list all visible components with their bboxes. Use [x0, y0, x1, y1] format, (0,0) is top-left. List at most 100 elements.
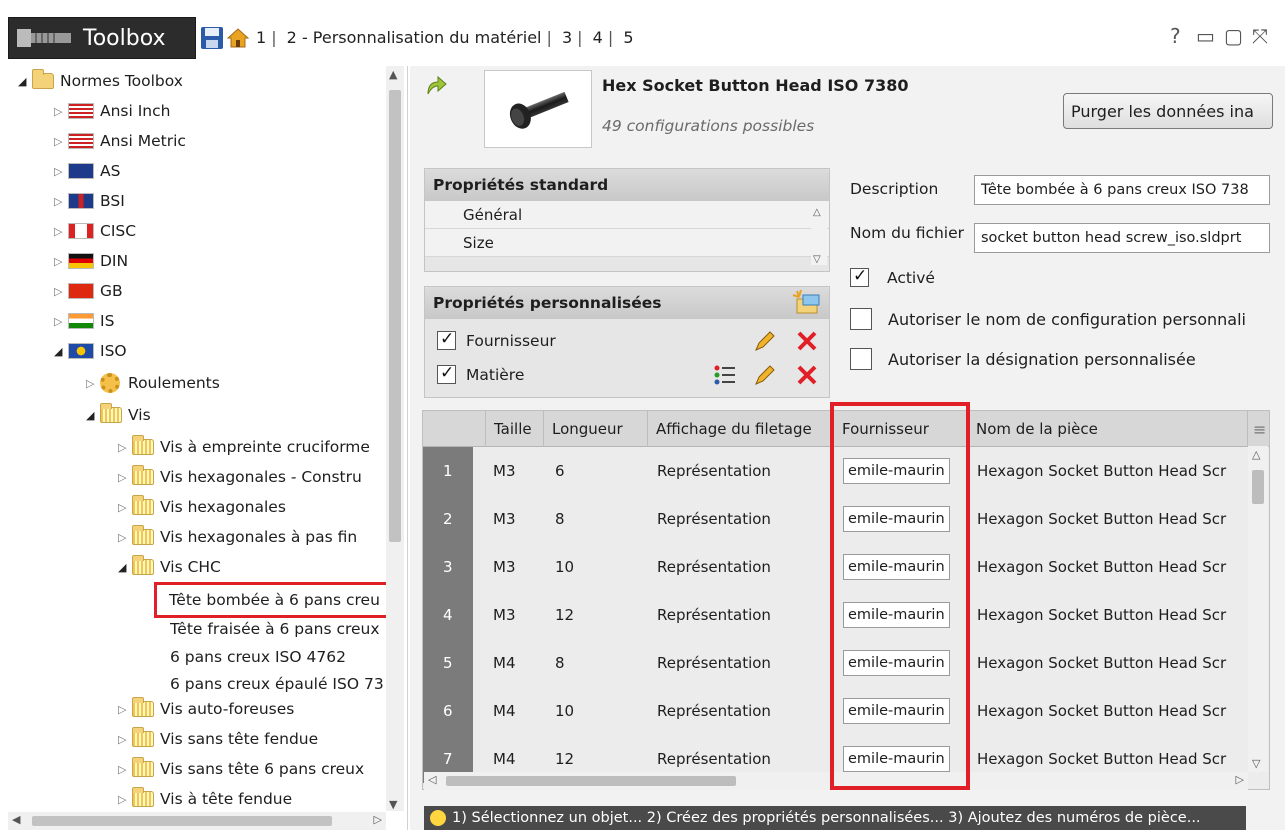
collapse-arrow-icon[interactable]: ▷: [54, 105, 68, 118]
collapse-arrow-icon[interactable]: ▷: [118, 441, 132, 454]
custom-prop-row-fournisseur[interactable]: Fournisseur: [437, 329, 556, 350]
step-4-link[interactable]: 4: [589, 28, 607, 47]
close-icon[interactable]: ⤧: [1252, 24, 1268, 48]
scroll-up-icon[interactable]: △: [813, 207, 821, 218]
scroll-down-icon[interactable]: ▽: [813, 254, 821, 265]
scroll-up-icon[interactable]: △: [1252, 448, 1260, 461]
edit-pencil-icon[interactable]: [753, 329, 777, 353]
tree-item-ansi-metric[interactable]: ▷ Ansi Metric: [54, 126, 186, 156]
list-values-icon[interactable]: [713, 363, 737, 387]
tree-item-sans-tete-6-pans[interactable]: ▷ Vis sans tête 6 pans creux: [118, 754, 364, 784]
scroll-up-icon[interactable]: ▲: [389, 68, 397, 81]
tree-item-bsi[interactable]: ▷ BSI: [54, 186, 125, 216]
tree-item-cisc[interactable]: ▷ CISC: [54, 216, 136, 246]
step-2-link[interactable]: 2 - Personnalisation du matériel: [283, 28, 546, 47]
tree-item-tete-fendue[interactable]: ▷ Vis à tête fendue: [118, 784, 292, 814]
scroll-right-icon[interactable]: ▷: [374, 813, 382, 826]
active-option[interactable]: Activé: [850, 266, 935, 287]
collapse-arrow-icon[interactable]: ▷: [118, 763, 132, 776]
tree-item-iso-4762[interactable]: 6 pans creux ISO 4762: [170, 642, 346, 672]
save-icon[interactable]: [200, 26, 224, 50]
up-arrow-icon[interactable]: [424, 72, 450, 98]
add-property-icon[interactable]: [791, 289, 821, 317]
collapse-arrow-icon[interactable]: ▷: [118, 501, 132, 514]
scrollbar-thumb[interactable]: [389, 90, 401, 542]
column-header-nom-piece[interactable]: Nom de la pièce: [967, 411, 1247, 447]
collapse-arrow-icon[interactable]: ▷: [118, 471, 132, 484]
collapse-arrow-icon[interactable]: ▷: [54, 165, 68, 178]
step-5-link[interactable]: 5: [619, 28, 637, 47]
column-header-longueur[interactable]: Longueur: [543, 411, 647, 447]
collapse-arrow-icon[interactable]: ▷: [54, 255, 68, 268]
scrollbar-thumb[interactable]: [32, 816, 332, 826]
column-header-affichage[interactable]: Affichage du filetage: [647, 411, 833, 447]
home-icon[interactable]: [226, 26, 250, 50]
scroll-right-icon[interactable]: ▷: [1236, 773, 1244, 786]
collapse-arrow-icon[interactable]: ▷: [54, 285, 68, 298]
restore-icon[interactable]: ▢: [1224, 24, 1243, 48]
tree-item-tete-bombee-selected[interactable]: Tête bombée à 6 pans creu: [154, 582, 392, 618]
column-chooser-icon[interactable]: ≡: [1247, 411, 1269, 447]
tree-item-vis-hex[interactable]: ▷ Vis hexagonales: [118, 492, 286, 522]
tree-item-is[interactable]: ▷ IS: [54, 306, 114, 336]
collapse-arrow-icon[interactable]: ▷: [86, 377, 100, 390]
collapse-arrow-icon[interactable]: ▷: [54, 135, 68, 148]
scroll-left-icon[interactable]: ◀: [12, 813, 20, 826]
list-item-size[interactable]: Size: [425, 229, 829, 257]
tree-item-gb[interactable]: ▷ GB: [54, 276, 123, 306]
tree-item-root[interactable]: ◢ Normes Toolbox: [18, 66, 183, 96]
tree-item-vis-empreinte[interactable]: ▷ Vis à empreinte cruciforme: [118, 432, 370, 462]
standard-props-scrollbar[interactable]: △ ▽: [811, 207, 827, 265]
tree-item-tete-fraisee[interactable]: Tête fraisée à 6 pans creux: [170, 614, 380, 644]
scroll-left-icon[interactable]: ◁: [428, 773, 436, 786]
tree-item-vis-hex-fin[interactable]: ▷ Vis hexagonales à pas fin: [118, 522, 357, 552]
collapse-arrow-icon[interactable]: ▷: [118, 733, 132, 746]
tree-item-roulements[interactable]: ▷ Roulements: [86, 368, 220, 398]
collapse-arrow-icon[interactable]: ▷: [54, 225, 68, 238]
expand-arrow-icon[interactable]: ◢: [18, 75, 32, 88]
collapse-arrow-icon[interactable]: ▷: [54, 195, 68, 208]
custom-prop-row-matiere[interactable]: Matière: [437, 363, 524, 384]
expand-arrow-icon[interactable]: ◢: [54, 345, 68, 358]
step-1-link[interactable]: 1: [252, 28, 270, 47]
scrollbar-thumb[interactable]: [1252, 470, 1264, 504]
collapse-arrow-icon[interactable]: ▷: [118, 531, 132, 544]
tree-horizontal-scrollbar[interactable]: ◀ ▷: [8, 812, 386, 830]
tree-item-vis-chc[interactable]: ◢ Vis CHC: [118, 552, 221, 582]
list-item-general[interactable]: Général: [425, 201, 829, 229]
filename-field[interactable]: socket button head screw_iso.sldprt: [974, 223, 1270, 253]
tree-item-auto-foreuses[interactable]: ▷ Vis auto-foreuses: [118, 694, 294, 724]
column-header-taille[interactable]: Taille: [485, 411, 543, 447]
allow-config-name-option[interactable]: Autoriser le nom de configuration person…: [850, 308, 1246, 330]
help-icon[interactable]: ?: [1170, 24, 1181, 48]
tree-item-as[interactable]: ▷ AS: [54, 156, 120, 186]
collapse-arrow-icon[interactable]: ▷: [118, 703, 132, 716]
table-vertical-scrollbar[interactable]: △ ▽: [1248, 446, 1268, 772]
purge-data-button[interactable]: Purger les données ina: [1063, 93, 1273, 129]
step-3-link[interactable]: 3: [558, 28, 576, 47]
active-checkbox[interactable]: [850, 266, 869, 287]
minimize-icon[interactable]: ▭: [1196, 24, 1215, 48]
allow-designation-option[interactable]: Autoriser la désignation personnalisée: [850, 348, 1196, 370]
matiere-checkbox[interactable]: [437, 363, 456, 384]
tree-item-sans-tete-fendue[interactable]: ▷ Vis sans tête fendue: [118, 724, 318, 754]
tree-item-vis[interactable]: ◢ Vis à empreinte cruciforme Vis: [86, 400, 151, 430]
fournisseur-checkbox[interactable]: [437, 329, 456, 350]
tree-item-iso[interactable]: ◢ ISO: [54, 336, 127, 366]
tree-item-vis-hex-constru[interactable]: ▷ Vis hexagonales - Constru: [118, 462, 362, 492]
tree-item-ansi-inch[interactable]: ▷ Ansi Inch: [54, 96, 170, 126]
allow-designation-checkbox[interactable]: [850, 348, 872, 370]
collapse-arrow-icon[interactable]: ▷: [54, 315, 68, 328]
expand-arrow-icon[interactable]: ◢: [86, 409, 100, 422]
tree-vertical-scrollbar[interactable]: ▲ ▼: [386, 66, 404, 811]
scroll-down-icon[interactable]: ▽: [1252, 757, 1260, 770]
scroll-down-icon[interactable]: ▼: [389, 798, 397, 811]
description-field[interactable]: Tête bombée à 6 pans creux ISO 738: [974, 175, 1270, 205]
collapse-arrow-icon[interactable]: ▷: [118, 793, 132, 806]
tree-item-din[interactable]: ▷ DIN: [54, 246, 128, 276]
delete-icon[interactable]: [795, 329, 819, 353]
delete-icon[interactable]: [795, 363, 819, 387]
scrollbar-thumb[interactable]: [446, 776, 736, 786]
expand-arrow-icon[interactable]: ◢: [118, 561, 132, 574]
allow-config-name-checkbox[interactable]: [850, 308, 872, 330]
